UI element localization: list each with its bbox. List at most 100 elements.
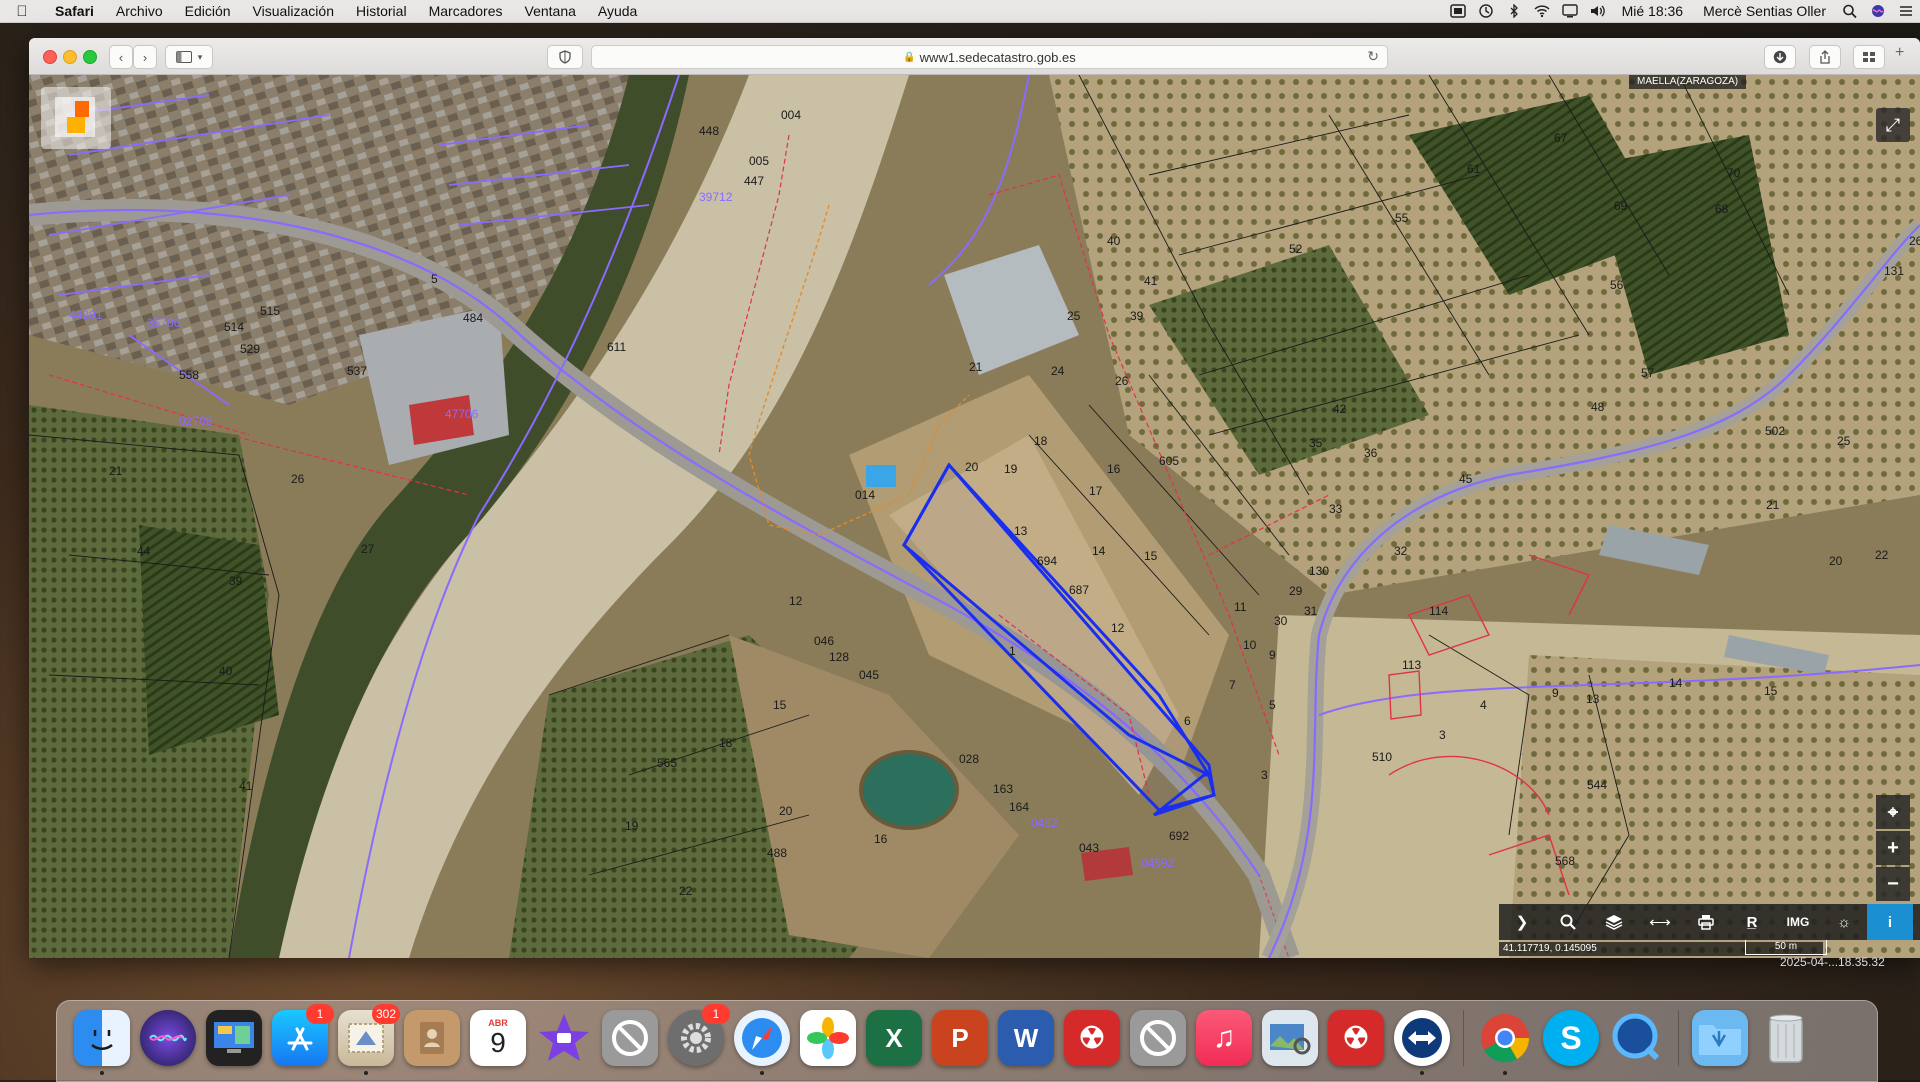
dock-finder-icon[interactable]: [74, 1010, 130, 1075]
dock-quicktime-icon[interactable]: [1609, 1010, 1665, 1066]
menu-user[interactable]: Mercè Sentias Oller: [1693, 3, 1836, 19]
menu-clock[interactable]: Mié 18:36: [1612, 3, 1693, 19]
dock-trash-icon[interactable]: [1758, 1010, 1814, 1066]
toolbar-collapse-button[interactable]: ❯: [1499, 904, 1545, 940]
dock-appstore-icon[interactable]: 1: [272, 1004, 334, 1066]
notification-center-icon[interactable]: [1892, 0, 1920, 22]
menu-visualizacion[interactable]: Visualización: [242, 3, 345, 19]
dock-excel-icon[interactable]: X: [866, 1010, 922, 1066]
back-button[interactable]: ‹: [109, 45, 133, 69]
dock-powerpoint-icon[interactable]: P: [932, 1010, 988, 1066]
svg-text:694: 694: [1037, 554, 1057, 568]
tab-overview-button[interactable]: [1853, 45, 1885, 69]
svg-text:10: 10: [1243, 638, 1257, 652]
dock-disabled-app-icon[interactable]: [602, 1010, 658, 1066]
dock-chrome-icon[interactable]: [1477, 1010, 1533, 1075]
image-tool-button[interactable]: IMG: [1775, 904, 1821, 940]
share-icon: [1820, 50, 1830, 64]
dock-mail-icon[interactable]: 302: [338, 1004, 400, 1075]
forward-button[interactable]: ›: [133, 45, 157, 69]
sidebar-icon: [175, 51, 192, 63]
downloads-button[interactable]: [1764, 45, 1796, 69]
wifi-icon[interactable]: [1528, 0, 1556, 22]
contacts-book-icon: [420, 1022, 444, 1054]
svg-text:537: 537: [347, 364, 367, 378]
svg-text:15: 15: [1144, 549, 1158, 563]
layers-tool-button[interactable]: [1591, 904, 1637, 940]
info-tool-button[interactable]: i: [1867, 904, 1913, 940]
menu-marcadores[interactable]: Marcadores: [418, 3, 514, 19]
screen-share-icon[interactable]: [1444, 0, 1472, 22]
measure-tool-button[interactable]: ⟷: [1637, 904, 1683, 940]
menu-ventana[interactable]: Ventana: [514, 3, 587, 19]
chrome-icon: [1481, 1014, 1530, 1063]
spotlight-search-icon[interactable]: [1836, 0, 1864, 22]
running-indicator: [1503, 1071, 1507, 1075]
geo-tool-button[interactable]: ☼: [1821, 904, 1867, 940]
apple-menu-icon[interactable]: : [0, 3, 44, 20]
image-label-icon: IMG: [1786, 915, 1810, 929]
zoom-window-button[interactable]: [83, 50, 97, 64]
dock-siri-icon[interactable]: [140, 1010, 196, 1066]
svg-text:39: 39: [1130, 309, 1144, 323]
svg-text:42: 42: [1333, 402, 1347, 416]
svg-text:18: 18: [719, 736, 733, 750]
dock-imovie-icon[interactable]: [536, 1010, 592, 1066]
bluetooth-icon[interactable]: [1500, 0, 1528, 22]
dock-system-preferences-icon[interactable]: 1: [668, 1004, 730, 1066]
svg-text:24: 24: [1051, 364, 1065, 378]
svg-text:114: 114: [1429, 604, 1448, 618]
grid-icon: [1863, 52, 1875, 62]
search-tool-button[interactable]: [1545, 904, 1591, 940]
dock-skype-icon[interactable]: S: [1543, 1010, 1599, 1066]
fullscreen-button[interactable]: ⤢: [1876, 108, 1910, 142]
print-tool-button[interactable]: [1683, 904, 1729, 940]
svg-text:25: 25: [1837, 434, 1851, 448]
dock-music-icon[interactable]: ♫: [1196, 1010, 1252, 1066]
svg-text:20: 20: [1829, 554, 1843, 568]
svg-text:12: 12: [789, 594, 803, 608]
svg-text:26: 26: [291, 472, 305, 486]
address-bar[interactable]: 🔒 www1.sedecatastro.gob.es ↻: [591, 45, 1388, 69]
menu-edicion[interactable]: Edición: [174, 3, 242, 19]
dock-activity-icon[interactable]: [206, 1010, 262, 1066]
dock-downloads-folder-icon[interactable]: [1692, 1010, 1748, 1066]
svg-text:004: 004: [781, 108, 801, 122]
menu-ayuda[interactable]: Ayuda: [587, 3, 648, 19]
dock-disabled-app-2-icon[interactable]: [1130, 1010, 1186, 1066]
menu-archivo[interactable]: Archivo: [105, 3, 174, 19]
appstore-a-icon: [287, 1027, 313, 1051]
dock-word-icon[interactable]: W: [998, 1010, 1054, 1066]
reload-icon[interactable]: ↻: [1367, 48, 1379, 65]
dock-photos-icon[interactable]: [800, 1010, 856, 1066]
reference-tool-button[interactable]: R̲: [1729, 904, 1775, 940]
menu-app-name[interactable]: Safari: [44, 3, 105, 19]
time-machine-icon[interactable]: [1472, 0, 1500, 22]
menu-historial[interactable]: Historial: [345, 3, 418, 19]
volume-icon[interactable]: [1584, 0, 1612, 22]
svg-text:028: 028: [959, 752, 979, 766]
minimize-window-button[interactable]: [63, 50, 77, 64]
display-icon[interactable]: [1556, 0, 1584, 22]
satellite-imagery: 448 004 005 447 537 484 514 515 529 558 …: [29, 75, 1920, 958]
dock-acrobat-reader-icon[interactable]: ☢: [1328, 1010, 1384, 1066]
locate-button[interactable]: ⌖: [1876, 795, 1910, 829]
dock-preview-icon[interactable]: [1262, 1010, 1318, 1066]
zoom-in-button[interactable]: +: [1876, 831, 1910, 865]
dock-safari-icon[interactable]: [734, 1010, 790, 1075]
zoom-out-button[interactable]: −: [1876, 867, 1910, 901]
trash-icon: [1769, 1014, 1803, 1063]
dock-teamviewer-icon[interactable]: [1394, 1010, 1450, 1075]
dock-acrobat-icon[interactable]: ☢: [1064, 1010, 1120, 1066]
dock-calendar-icon[interactable]: ABR 9: [470, 1010, 526, 1066]
cadastre-map[interactable]: 448 004 005 447 537 484 514 515 529 558 …: [29, 75, 1920, 958]
svg-text:17: 17: [1089, 484, 1103, 498]
sidebar-toggle-button[interactable]: ▾: [165, 45, 213, 69]
dock-contacts-icon[interactable]: [404, 1010, 460, 1066]
share-button[interactable]: [1809, 45, 1841, 69]
mail-stamp-icon: [348, 1023, 384, 1053]
privacy-report-button[interactable]: [547, 45, 583, 69]
new-tab-icon[interactable]: +: [1895, 44, 1904, 62]
close-window-button[interactable]: [43, 50, 57, 64]
siri-icon[interactable]: [1864, 0, 1892, 22]
